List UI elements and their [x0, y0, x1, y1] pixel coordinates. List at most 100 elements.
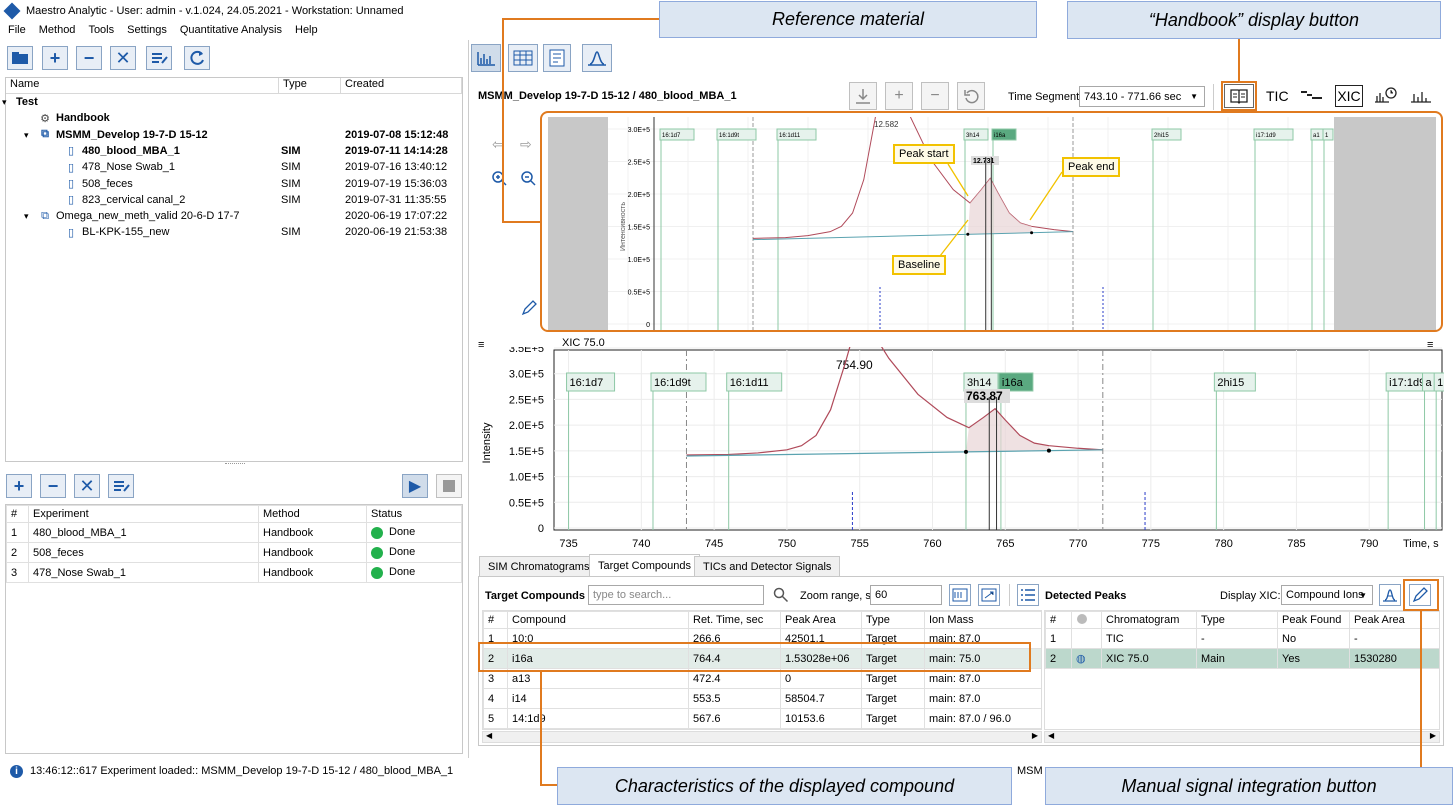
menu-help[interactable]: Help: [295, 24, 318, 36]
col-compound[interactable]: Compound: [507, 611, 689, 629]
arrow-right-icon[interactable]: ⇨: [520, 136, 532, 153]
remove-experiment-button[interactable]: −: [40, 474, 66, 498]
table-row[interactable]: 1 480_blood_MBA_1 Handbook Done: [6, 522, 462, 543]
chromatogram-view-button[interactable]: [471, 44, 501, 72]
zoom-100-button[interactable]: [949, 584, 971, 606]
time-scale-button[interactable]: [1374, 86, 1398, 107]
col-number[interactable]: #: [1045, 611, 1072, 629]
table-row[interactable]: 2 508_feces Handbook Done: [6, 542, 462, 563]
menu-settings[interactable]: Settings: [127, 24, 167, 36]
col-peak-area[interactable]: Peak Area: [780, 611, 862, 629]
col-icon[interactable]: [1071, 611, 1102, 629]
stop-button[interactable]: [436, 474, 462, 498]
auto-integrate-button[interactable]: [1379, 584, 1401, 606]
refresh-button[interactable]: [184, 46, 210, 70]
zoom-out-button[interactable]: [520, 170, 536, 189]
col-experiment[interactable]: Experiment: [28, 505, 259, 523]
edit-experiment-button[interactable]: [108, 474, 134, 498]
time-segment-select[interactable]: 743.10 - 771.66 sec ▼: [1079, 86, 1205, 107]
add-peak-button[interactable]: +: [885, 82, 913, 110]
undo-button[interactable]: [957, 82, 985, 110]
col-name[interactable]: Name: [6, 78, 279, 93]
col-status[interactable]: Status: [366, 505, 462, 523]
tree-item[interactable]: ▯ 508_feces SIM 2019-07-19 15:36:03: [8, 176, 460, 192]
col-number[interactable]: #: [483, 611, 508, 629]
tree-item-type: SIM: [281, 193, 301, 206]
zoom-range-label: Zoom range, s: [800, 590, 871, 602]
remove-peak-button[interactable]: −: [921, 82, 949, 110]
menu-quantitative-analysis[interactable]: Quantitative Analysis: [180, 24, 282, 36]
zoom-range-input[interactable]: 60: [870, 585, 942, 605]
col-type[interactable]: Type: [1196, 611, 1278, 629]
col-ret-time[interactable]: Ret. Time, sec: [688, 611, 781, 629]
tree-item[interactable]: ▯ BL-KPK-155_new SIM 2020-06-19 21:53:38: [8, 224, 460, 240]
tic-button[interactable]: TIC: [1266, 88, 1289, 104]
add-experiment-button[interactable]: +: [6, 474, 32, 498]
table-view-button[interactable]: [508, 44, 538, 72]
remove-button[interactable]: −: [76, 46, 102, 70]
tree-item[interactable]: ▯ 478_Nose Swab_1 SIM 2019-07-16 13:40:12: [8, 159, 460, 175]
tree-item[interactable]: ▾ ⧉ MSMM_Develop 19-7-D 15-12 2019-07-08 15…: [8, 127, 460, 143]
report-view-button[interactable]: [543, 44, 571, 72]
edit-list-button[interactable]: [146, 46, 172, 70]
tab-tics-detector[interactable]: TICs and Detector Signals: [694, 556, 841, 576]
tree-item[interactable]: ▾ ⧉ Omega_new_meth_valid 20-6-D 17-7 2020-0…: [8, 208, 460, 224]
col-peak-area[interactable]: Peak Area: [1349, 611, 1439, 629]
col-type[interactable]: Type: [861, 611, 925, 629]
menu-file[interactable]: File: [8, 24, 26, 36]
clear-experiments-button[interactable]: ✕: [74, 474, 100, 498]
table-row[interactable]: 3 478_Nose Swab_1 Handbook Done: [6, 562, 462, 583]
callout-characteristics: Characteristics of the displayed compoun…: [557, 767, 1012, 805]
menu-method[interactable]: Method: [39, 24, 76, 36]
col-ion-mass[interactable]: Ion Mass: [924, 611, 1041, 629]
col-number[interactable]: #: [6, 505, 29, 523]
tree-item[interactable]: ▯ 480_blood_MBA_1 SIM 2019-07-11 14:14:28: [8, 143, 460, 159]
main-title: MSMM_Develop 19-7-D 15-12 / 480_blood_MB…: [478, 90, 737, 102]
tab-target-compounds[interactable]: Target Compounds: [589, 554, 700, 576]
col-chromatogram[interactable]: Chromatogram: [1101, 611, 1197, 629]
display-xic-select[interactable]: Compound Ions ▼: [1281, 585, 1373, 605]
scroll-right-icon[interactable]: ▶: [1430, 731, 1436, 740]
zoom-in-button[interactable]: [491, 170, 507, 189]
table-row[interactable]: 1 TIC - No -: [1045, 628, 1439, 649]
list-view-button[interactable]: [1017, 584, 1039, 606]
tab-sim-chromatograms[interactable]: SIM Chromatograms: [479, 556, 599, 576]
vertical-splitter[interactable]: [468, 40, 469, 758]
col-method[interactable]: Method: [258, 505, 367, 523]
tree-item[interactable]: ▾ Test: [2, 94, 460, 110]
spectrum-button[interactable]: [1410, 86, 1432, 107]
scroll-left-icon[interactable]: ◀: [1048, 731, 1054, 740]
baseline-toggle-button[interactable]: [1300, 88, 1324, 105]
compounds-hscroll[interactable]: ◀ ▶: [482, 731, 1042, 743]
import-button[interactable]: [849, 82, 877, 110]
zoom-fit-button[interactable]: [978, 584, 1000, 606]
delete-list-icon: ✕: [115, 48, 131, 68]
compound-search-input[interactable]: type to search...: [588, 585, 764, 605]
xic-button[interactable]: XIC: [1335, 85, 1363, 107]
menu-tools[interactable]: Tools: [88, 24, 114, 36]
col-peak-found[interactable]: Peak Found: [1277, 611, 1350, 629]
peak-view-button[interactable]: [582, 44, 612, 72]
table-row[interactable]: 2 ◍ XIC 75.0 Main Yes 1530280: [1045, 648, 1439, 669]
cell-compound: i14: [507, 688, 689, 709]
window-title: Maestro Analytic - User: admin - v.1.024…: [26, 4, 404, 17]
expand-arrow-icon[interactable]: ▾: [24, 130, 29, 140]
table-row[interactable]: 4 i14 553.5 58504.7 Target main: 87.0: [483, 688, 1041, 709]
run-button[interactable]: ▶: [402, 474, 428, 498]
col-created[interactable]: Created: [341, 78, 462, 93]
scroll-left-icon[interactable]: ◀: [486, 731, 492, 740]
tree-item[interactable]: ▯ 823_cervical canal_2 SIM 2019-07-31 11:35…: [8, 192, 460, 208]
expand-arrow-icon[interactable]: ▾: [2, 97, 7, 107]
splitter-handle[interactable]: [225, 463, 245, 467]
edit-pen-button[interactable]: [521, 300, 537, 319]
delete-list-button[interactable]: ✕: [110, 46, 136, 70]
cell-method: Handbook: [258, 522, 367, 543]
peaks-hscroll[interactable]: ◀ ▶: [1044, 731, 1440, 743]
col-type[interactable]: Type: [279, 78, 341, 93]
expand-arrow-icon[interactable]: ▾: [24, 211, 29, 221]
tree-item[interactable]: ⚙ Handbook: [8, 110, 460, 126]
scroll-right-icon[interactable]: ▶: [1032, 731, 1038, 740]
table-row[interactable]: 5 14:1d9 567.6 10153.6 Target main: 87.0 / 96…: [483, 708, 1041, 729]
open-folder-button[interactable]: [7, 46, 33, 70]
add-button[interactable]: +: [42, 46, 68, 70]
